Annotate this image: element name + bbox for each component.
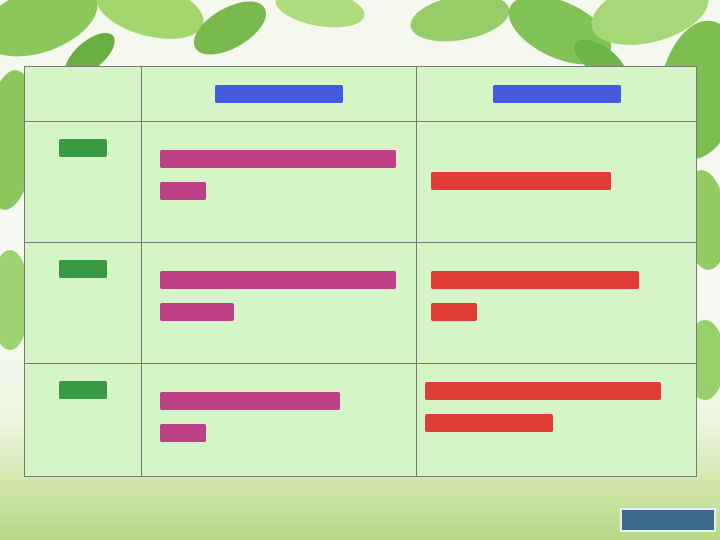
header-row (24, 66, 697, 122)
table-row (24, 242, 697, 364)
row-label-cell (24, 242, 142, 364)
row-2-col1-line2-placeholder (160, 303, 234, 321)
row-2-col2-line1-placeholder (431, 271, 639, 289)
row-1-col1-line1-placeholder (160, 150, 396, 168)
row-cell-col1 (141, 363, 417, 477)
row-2-col1-line1-placeholder (160, 271, 396, 289)
row-2-col2-line2-placeholder (431, 303, 477, 321)
row-2-label-placeholder (59, 260, 107, 278)
header-1-text-placeholder (215, 85, 343, 103)
row-cell-col1 (141, 121, 417, 243)
corner-watermark-logo (620, 508, 716, 532)
header-cell-1 (141, 66, 417, 122)
row-3-col2-line2-placeholder (425, 414, 553, 432)
header-2-text-placeholder (492, 85, 621, 103)
table-row (24, 363, 697, 477)
header-cell-empty (24, 66, 142, 122)
row-1-col2-line1-placeholder (431, 172, 611, 190)
row-cell-col2 (416, 363, 697, 477)
row-3-col2-line1-placeholder (425, 382, 661, 400)
row-cell-col1 (141, 242, 417, 364)
row-1-col1-line2-placeholder (160, 182, 206, 200)
row-1-label-placeholder (59, 139, 107, 157)
row-label-cell (24, 363, 142, 477)
comparison-table (24, 66, 697, 477)
header-cell-2 (416, 66, 697, 122)
table-row (24, 121, 697, 243)
row-3-col1-line1-placeholder (160, 392, 340, 410)
row-3-label-placeholder (59, 381, 107, 399)
row-label-cell (24, 121, 142, 243)
row-cell-col2 (416, 242, 697, 364)
row-cell-col2 (416, 121, 697, 243)
row-3-col1-line2-placeholder (160, 424, 206, 442)
